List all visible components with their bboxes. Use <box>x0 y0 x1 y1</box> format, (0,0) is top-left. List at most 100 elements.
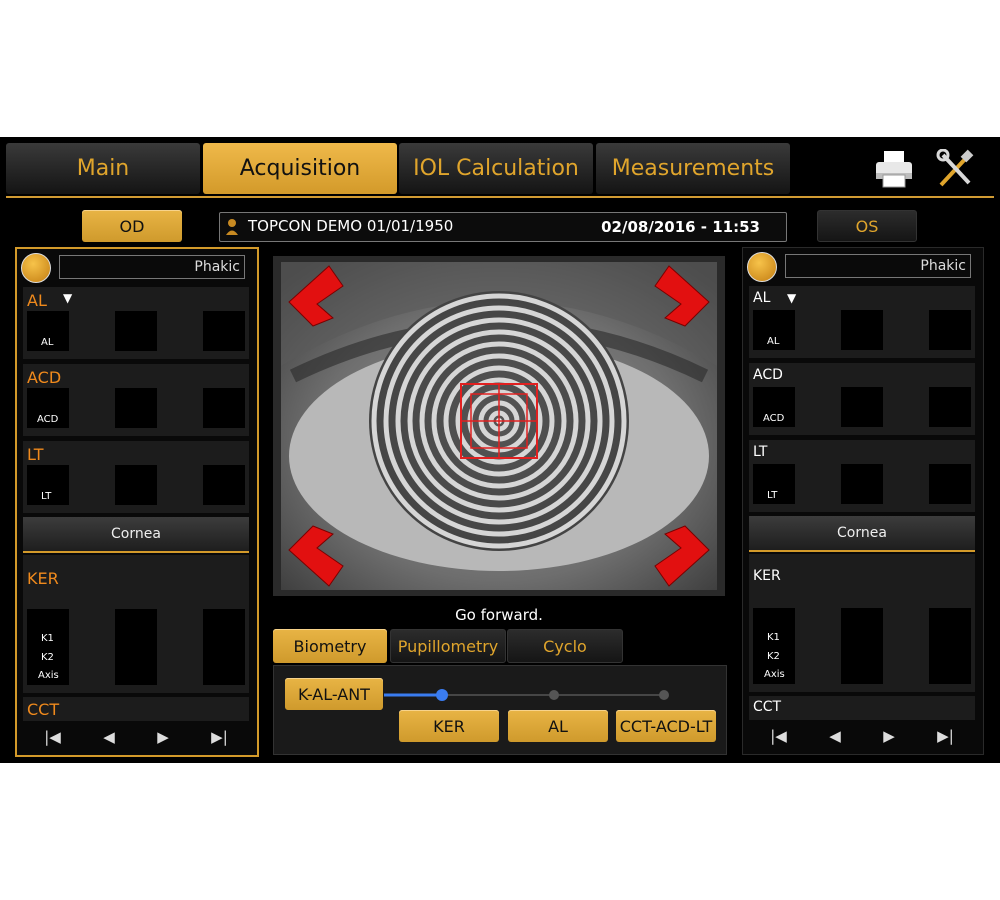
printer-icon[interactable] <box>873 149 915 189</box>
exam-datetime: 02/08/2016 - 11:53 <box>601 218 760 236</box>
lens-status-field[interactable]: Phakic <box>59 255 245 279</box>
cornea-button[interactable]: Cornea <box>23 517 249 551</box>
lt-label-cell: LT <box>753 464 795 504</box>
acd-label-cell: ACD <box>27 388 69 428</box>
right-eye-panel: Phakic AL ▼ AL ACD ACD LT LT Cornea KER … <box>742 247 984 755</box>
acd-value-cell <box>203 388 245 428</box>
sequence-progress <box>384 689 669 701</box>
acd-title: ACD <box>27 368 62 387</box>
cct-title: CCT <box>753 699 782 715</box>
app-window: Main Acquisition IOL Calculation Measure… <box>0 137 1000 763</box>
al-step-button[interactable]: AL <box>508 710 608 742</box>
al-section: AL ▼ AL <box>749 286 975 358</box>
k1-label: K1 <box>767 632 780 643</box>
ker-step-button[interactable]: KER <box>399 710 499 742</box>
patient-icon <box>225 218 239 240</box>
acd-label-cell: ACD <box>753 387 795 427</box>
lt-row-label: LT <box>41 491 52 502</box>
cornea-button[interactable]: Cornea <box>749 516 975 550</box>
cornea-divider <box>749 550 975 552</box>
tab-main[interactable]: Main <box>6 143 200 194</box>
eye-image <box>281 262 717 590</box>
k2-label: K2 <box>767 651 780 662</box>
last-icon[interactable]: ▶| <box>211 728 228 746</box>
axis-label: Axis <box>764 669 785 680</box>
previous-icon[interactable]: ◀ <box>103 728 115 746</box>
last-icon[interactable]: ▶| <box>937 727 954 745</box>
next-icon[interactable]: ▶ <box>157 728 169 746</box>
tab-pupillometry[interactable]: Pupillometry <box>390 629 506 663</box>
ker-value-cell <box>929 608 971 684</box>
lt-value-cell <box>929 464 971 504</box>
edit-pencil-icon[interactable] <box>21 253 51 283</box>
os-button[interactable]: OS <box>817 210 917 242</box>
tab-cyclo[interactable]: Cyclo <box>507 629 623 663</box>
axis-label: Axis <box>38 670 59 681</box>
al-value-cell <box>929 310 971 350</box>
ker-section: KER K1 K2 Axis <box>749 554 975 692</box>
left-nav-row: |◀ ◀ ▶ ▶| <box>23 725 249 749</box>
ker-value-cell <box>203 609 245 685</box>
edit-pencil-icon[interactable] <box>747 252 777 282</box>
cct-acd-lt-step-button[interactable]: CCT-ACD-LT <box>616 710 716 742</box>
al-row-label: AL <box>41 337 54 348</box>
cct-section: CCT <box>23 697 249 721</box>
lt-row-label: LT <box>767 490 778 501</box>
status-message: Go forward. <box>455 606 543 624</box>
ker-label-cell: K1 K2 Axis <box>27 609 69 685</box>
cct-title: CCT <box>27 700 60 719</box>
al-dropdown-icon[interactable]: ▼ <box>787 291 796 305</box>
k-al-ant-button[interactable]: K-AL-ANT <box>285 678 383 710</box>
lens-status-field[interactable]: Phakic <box>785 254 971 278</box>
tab-biometry[interactable]: Biometry <box>273 629 387 663</box>
al-label-cell: AL <box>753 310 795 350</box>
k2-label: K2 <box>41 652 54 663</box>
ker-title: KER <box>753 568 781 584</box>
lt-title: LT <box>753 444 768 460</box>
acd-value-cell <box>841 387 883 427</box>
acd-section: ACD ACD <box>23 364 249 436</box>
tab-acquisition[interactable]: Acquisition <box>203 143 397 194</box>
left-eye-panel: Phakic AL ▼ AL ACD ACD LT LT Cornea KER … <box>15 247 259 757</box>
cct-section: CCT <box>749 696 975 720</box>
lt-section: LT LT <box>749 440 975 512</box>
next-icon[interactable]: ▶ <box>883 727 895 745</box>
previous-icon[interactable]: ◀ <box>829 727 841 745</box>
acd-row-label: ACD <box>37 414 59 425</box>
ker-title: KER <box>27 569 59 588</box>
lt-value-cell <box>841 464 883 504</box>
acd-title: ACD <box>753 367 783 383</box>
ker-section: KER K1 K2 Axis <box>23 555 249 693</box>
lt-title: LT <box>27 445 44 464</box>
cornea-divider <box>23 551 249 553</box>
al-title: AL <box>753 290 771 306</box>
ker-value-cell <box>841 608 883 684</box>
lt-value-cell <box>115 465 157 505</box>
sequence-panel: K-AL-ANT KER AL CCT-ACD-LT <box>273 665 727 755</box>
al-value-cell <box>841 310 883 350</box>
tools-icon[interactable] <box>935 148 977 189</box>
patient-bar: TOPCON DEMO 01/01/1950 02/08/2016 - 11:5… <box>219 212 787 242</box>
lt-value-cell <box>203 465 245 505</box>
acd-value-cell <box>929 387 971 427</box>
od-button[interactable]: OD <box>82 210 182 242</box>
al-title: AL <box>27 291 47 310</box>
al-section: AL ▼ AL <box>23 287 249 359</box>
lt-section: LT LT <box>23 441 249 513</box>
acd-row-label: ACD <box>763 413 785 424</box>
al-label-cell: AL <box>27 311 69 351</box>
al-dropdown-icon[interactable]: ▼ <box>63 291 72 305</box>
acd-section: ACD ACD <box>749 363 975 435</box>
first-icon[interactable]: |◀ <box>44 728 61 746</box>
tab-separator <box>6 196 994 198</box>
first-icon[interactable]: |◀ <box>770 727 787 745</box>
al-value-cell <box>203 311 245 351</box>
eye-camera-view <box>273 256 725 596</box>
al-value-cell <box>115 311 157 351</box>
tab-iol-calculation[interactable]: IOL Calculation <box>399 143 593 194</box>
al-row-label: AL <box>767 336 780 347</box>
patient-name: TOPCON DEMO 01/01/1950 <box>248 217 454 235</box>
ker-label-cell: K1 K2 Axis <box>753 608 795 684</box>
k1-label: K1 <box>41 633 54 644</box>
tab-measurements[interactable]: Measurements <box>596 143 790 194</box>
